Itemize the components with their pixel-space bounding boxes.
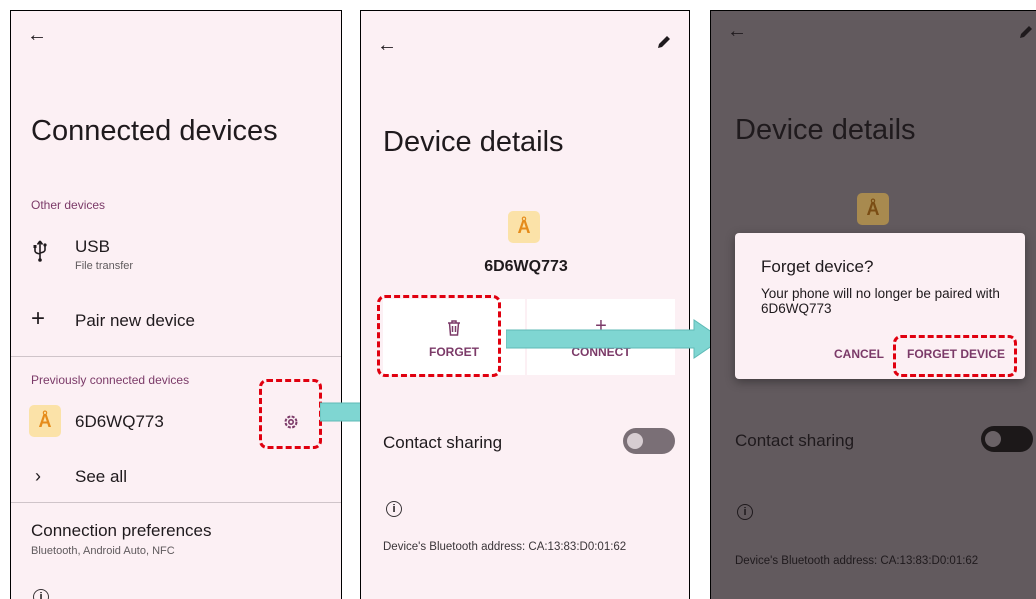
info-icon: i [386, 501, 402, 517]
device-name: 6D6WQ773 [75, 412, 164, 431]
connection-preferences-subtitle: Bluetooth, Android Auto, NFC [31, 545, 175, 557]
usb-subtitle: File transfer [75, 260, 134, 272]
highlight-forget-device [893, 335, 1017, 377]
pair-new-device-label: Pair new device [75, 311, 196, 330]
pair-new-device-row[interactable]: + Pair new device [11, 305, 341, 339]
highlight-settings [259, 379, 322, 449]
usb-row[interactable]: USB File transfer [11, 233, 341, 283]
back-arrow-icon[interactable]: ← [27, 25, 47, 45]
forget-dialog-screen: ← Device details Å Contact sharing i Dev… [710, 10, 1036, 599]
dialog-message: Your phone will no longer be paired with… [761, 286, 1000, 316]
see-all-row[interactable]: › See all [11, 461, 341, 495]
chevron-right-icon: › [35, 466, 41, 486]
connection-preferences-title: Connection preferences [31, 521, 212, 540]
usb-title: USB [75, 237, 110, 256]
cancel-button[interactable]: CANCEL [834, 347, 884, 361]
connection-preferences-row[interactable]: Connection preferences Bluetooth, Androi… [11, 517, 341, 565]
connected-devices-screen: ← Connected devices Other devices USB Fi… [10, 10, 342, 599]
bluetooth-icon: Å [508, 211, 540, 243]
plus-icon: + [31, 305, 46, 332]
contact-sharing-toggle[interactable] [623, 428, 675, 454]
contact-sharing-toggle [981, 426, 1033, 452]
page-title: Connected devices [31, 115, 278, 147]
arrow-icon [506, 319, 723, 359]
page-title: Device details [735, 114, 916, 146]
see-all-label: See all [75, 467, 127, 486]
contact-sharing-label: Contact sharing [735, 431, 855, 450]
divider [11, 356, 341, 357]
info-icon: i [737, 504, 753, 520]
highlight-forget [377, 295, 501, 377]
contact-sharing-label: Contact sharing [383, 433, 503, 452]
dialog-title: Forget device? [761, 257, 874, 276]
edit-pencil-icon [1017, 23, 1035, 41]
back-arrow-icon: ← [727, 20, 747, 42]
divider [11, 502, 341, 503]
previously-connected-header: Previously connected devices [31, 373, 190, 387]
other-devices-header: Other devices [31, 198, 106, 212]
edit-pencil-icon[interactable] [655, 33, 673, 51]
bluetooth-icon: Å [29, 405, 61, 437]
usb-icon [31, 239, 49, 263]
bluetooth-address: Device's Bluetooth address: CA:13:83:D0:… [735, 555, 979, 567]
bluetooth-icon: Å [857, 193, 889, 225]
info-icon: i [33, 589, 49, 599]
back-arrow-icon[interactable]: ← [377, 35, 397, 55]
device-name: 6D6WQ773 [484, 258, 568, 275]
page-title: Device details [383, 126, 564, 158]
device-details-screen: ← Device details Å 6D6WQ773 FORGET + CON… [360, 10, 690, 599]
bluetooth-address: Device's Bluetooth address: CA:13:83:D0:… [383, 541, 627, 553]
